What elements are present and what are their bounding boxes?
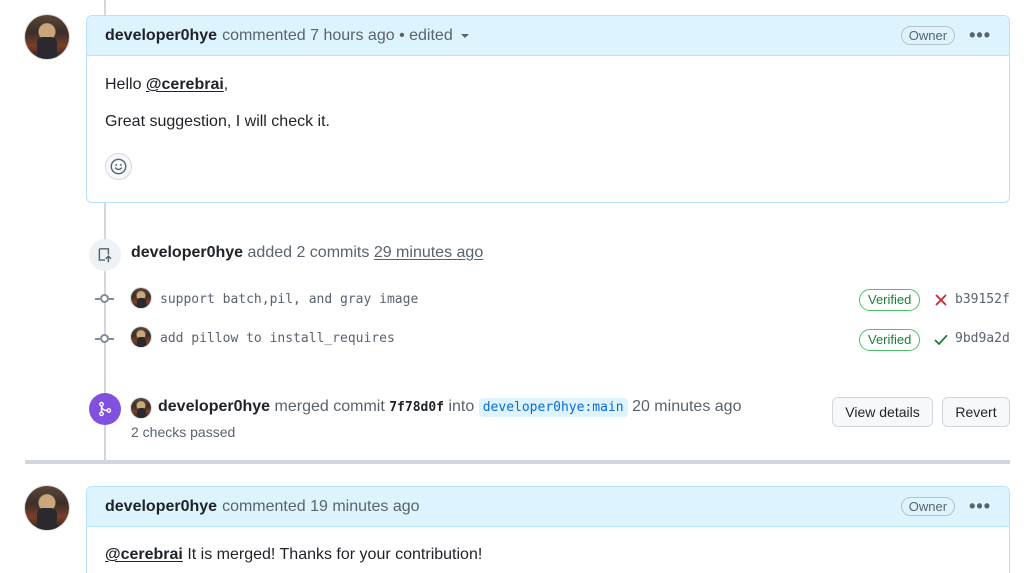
merge-event-summary: developer0hye merged commit 7f78d0f into… — [158, 398, 741, 417]
event-time[interactable]: 29 minutes ago — [374, 244, 483, 261]
checks-status[interactable]: 2 checks passed — [131, 424, 235, 440]
comment-header: developer0hye commented 7 hours ago • ed… — [87, 16, 1009, 56]
comment-action: commented — [222, 497, 306, 515]
git-merge-icon — [99, 401, 112, 417]
merge-author[interactable]: developer0hye — [158, 398, 270, 415]
avatar[interactable] — [131, 327, 151, 347]
avatar[interactable] — [131, 288, 151, 308]
merge-action: merged commit — [274, 398, 385, 415]
greeting-text: Hello — [105, 76, 142, 93]
comment-action: commented — [222, 26, 306, 44]
commit-dot-icon — [95, 294, 114, 303]
event-author[interactable]: developer0hye — [131, 244, 243, 261]
x-icon[interactable] — [935, 294, 947, 306]
merge-into-label: into — [448, 398, 475, 415]
comment-header: developer0hye commented 19 minutes ago O… — [87, 487, 1009, 527]
branch-tag[interactable]: developer0hye:main — [478, 398, 628, 417]
check-icon[interactable] — [934, 334, 948, 346]
comment-text: Great suggestion, I will check it. — [105, 113, 330, 130]
comment-author[interactable]: developer0hye — [105, 498, 217, 516]
comment-time[interactable]: 19 minutes ago — [310, 498, 419, 516]
comment-author[interactable]: developer0hye — [105, 27, 217, 45]
comment-box: developer0hye commented 19 minutes ago O… — [86, 486, 1010, 573]
timeline-divider — [25, 460, 1010, 464]
repo-push-badge — [89, 239, 121, 271]
commit-dot-icon — [95, 334, 114, 343]
add-reaction-button[interactable] — [105, 153, 132, 180]
smiley-icon — [110, 158, 127, 175]
view-details-button[interactable]: View details — [832, 397, 933, 427]
comment-paragraph: @cerebrai It is merged! Thanks for your … — [105, 546, 991, 564]
comment-body: Hello @cerebrai, Great suggestion, I wil… — [87, 76, 1009, 180]
comment-text: It is merged! Thanks for your contributi… — [187, 546, 483, 563]
edited-label[interactable]: • edited — [399, 27, 453, 45]
merge-commit-sha[interactable]: 7f78d0f — [389, 400, 444, 415]
commit-message[interactable]: add pillow to install_requires — [160, 331, 395, 346]
avatar[interactable] — [131, 398, 151, 418]
repo-push-icon — [98, 248, 112, 263]
avatar[interactable] — [25, 15, 69, 59]
avatar[interactable] — [25, 486, 69, 530]
comment-paragraph: Hello @cerebrai, — [105, 76, 991, 94]
chevron-down-icon[interactable] — [460, 33, 469, 38]
comment-body: @cerebrai It is merged! Thanks for your … — [87, 546, 1009, 564]
merge-time[interactable]: 20 minutes ago — [632, 398, 741, 415]
commit-sha[interactable]: b39152f — [955, 292, 1010, 307]
owner-badge: Owner — [900, 497, 956, 516]
commits-event-summary: developer0hye added 2 commits 29 minutes… — [131, 244, 483, 262]
comma-text: , — [223, 76, 229, 93]
commit-message[interactable]: support batch,pil, and gray image — [160, 292, 418, 307]
comment-time[interactable]: 7 hours ago — [310, 27, 395, 45]
timeline-line — [104, 0, 106, 15]
owner-badge: Owner — [900, 26, 956, 45]
mention-link[interactable]: @cerebrai — [146, 76, 224, 93]
verified-badge[interactable]: Verified — [859, 329, 921, 351]
comment-box: developer0hye commented 7 hours ago • ed… — [86, 15, 1010, 203]
commit-sha[interactable]: 9bd9a2d — [955, 331, 1010, 346]
revert-button[interactable]: Revert — [942, 397, 1010, 427]
event-action: added 2 commits — [247, 244, 370, 261]
verified-badge[interactable]: Verified — [859, 289, 921, 311]
merged-badge — [89, 393, 121, 425]
kebab-menu-icon[interactable]: ••• — [969, 25, 991, 46]
mention-link[interactable]: @cerebrai — [105, 546, 183, 563]
kebab-menu-icon[interactable]: ••• — [969, 496, 991, 517]
